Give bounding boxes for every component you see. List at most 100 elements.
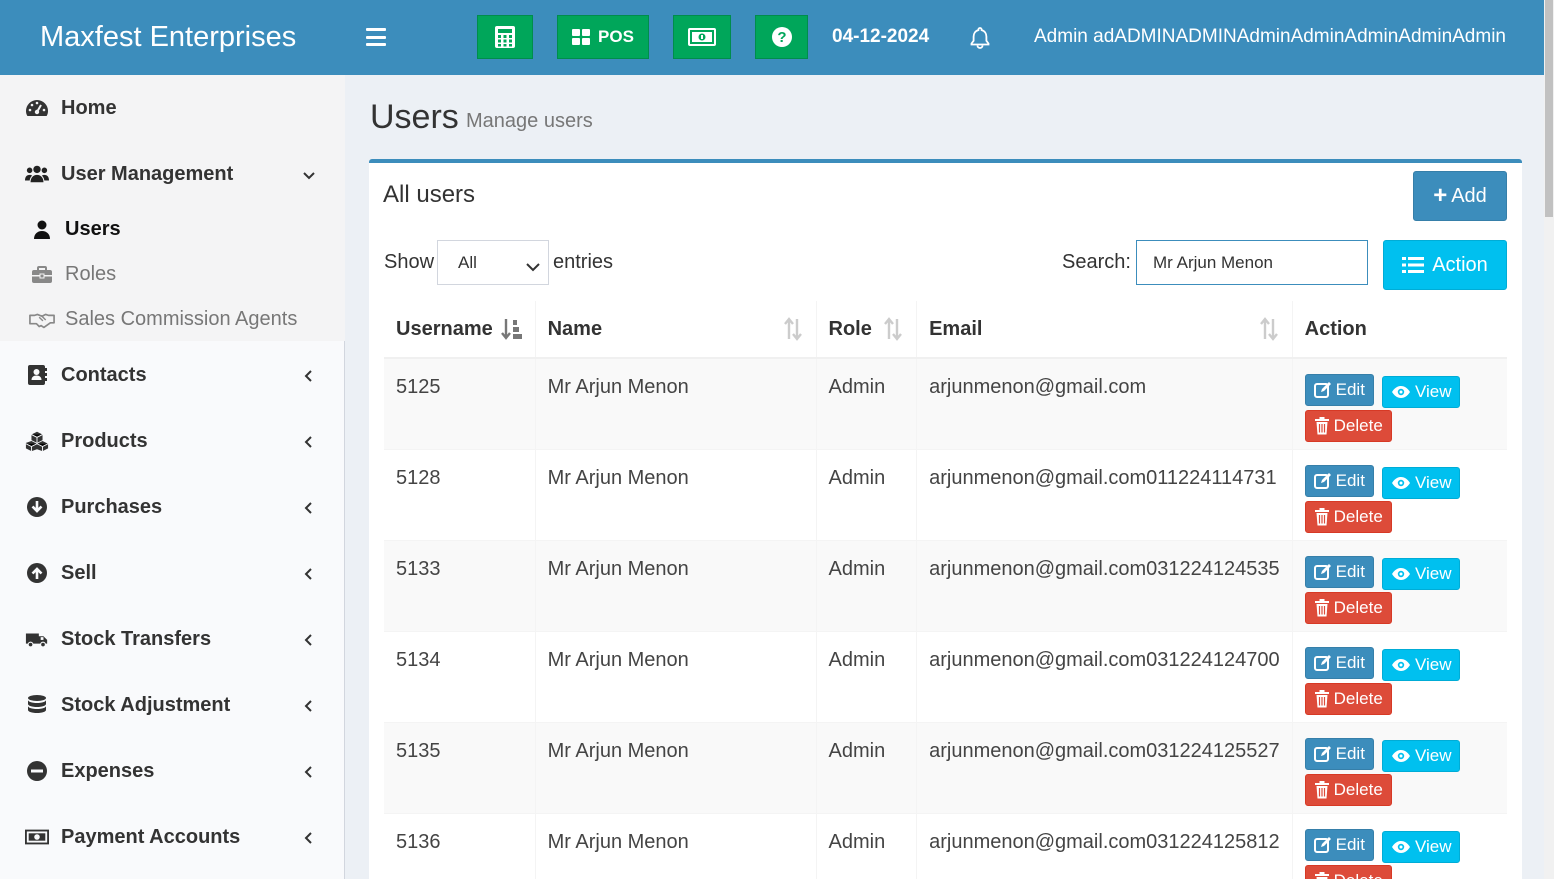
cell-role: Admin xyxy=(816,630,918,722)
cell-actions: EditViewDelete xyxy=(1292,448,1507,540)
eye-icon xyxy=(1391,567,1411,581)
sidebar-item-label: User Management xyxy=(61,162,234,185)
scrollbar-thumb[interactable] xyxy=(1545,0,1553,217)
search-label: Search: xyxy=(1062,251,1131,273)
sidebar-item-home[interactable]: Home xyxy=(0,75,345,141)
cell-username: 5133 xyxy=(384,539,536,631)
table-row: 5125 Mr Arjun Menon Admin arjunmenon@gmail.… xyxy=(384,357,1507,449)
help-button[interactable]: ? xyxy=(755,15,808,59)
cell-role: Admin xyxy=(816,721,918,813)
arrow-circle-up-icon xyxy=(25,561,49,585)
trash-icon xyxy=(1314,871,1330,879)
cell-name: Mr Arjun Menon xyxy=(535,812,817,879)
eye-icon xyxy=(1391,385,1411,399)
column-header-name[interactable]: Name xyxy=(535,301,817,359)
user-management-submenu: Users Roles Sales Commission Agents xyxy=(0,207,345,341)
sidebar-item-label: Contacts xyxy=(61,363,147,386)
view-button[interactable]: View xyxy=(1381,466,1461,499)
add-user-button[interactable]: + Add xyxy=(1413,171,1507,221)
edit-icon xyxy=(1313,563,1332,581)
column-header-action: Action xyxy=(1292,301,1507,359)
sidebar-item-contacts[interactable]: Contacts xyxy=(0,342,345,408)
sidebar-item-products[interactable]: Products xyxy=(0,408,345,474)
edit-button[interactable]: Edit xyxy=(1304,646,1374,679)
eye-icon xyxy=(1391,658,1411,672)
search-input[interactable] xyxy=(1136,240,1368,285)
column-header-email[interactable]: Email xyxy=(916,301,1293,359)
table-row: 5134 Mr Arjun Menon Admin arjunmenon@gmail.… xyxy=(384,630,1507,722)
cash-register-button[interactable] xyxy=(673,15,731,59)
sidebar-item-label: Home xyxy=(61,96,117,119)
action-button[interactable]: Action xyxy=(1383,240,1507,290)
sidebar-subitem-label: Sales Commission Agents xyxy=(65,308,298,330)
column-header-username[interactable]: Username xyxy=(384,301,536,359)
pos-label: POS xyxy=(598,27,634,46)
delete-button[interactable]: Delete xyxy=(1304,773,1392,806)
cell-actions: EditViewDelete xyxy=(1292,630,1507,722)
calculator-button[interactable] xyxy=(477,15,533,59)
table-row: 5128 Mr Arjun Menon Admin arjunmenon@gmail.… xyxy=(384,448,1507,540)
cell-actions: EditViewDelete xyxy=(1292,357,1507,449)
sidebar-toggle-icon[interactable] xyxy=(366,28,386,46)
sidebar-item-label: Expenses xyxy=(61,759,155,782)
briefcase-icon xyxy=(29,264,55,286)
svg-text:?: ? xyxy=(777,29,786,46)
view-button[interactable]: View xyxy=(1381,830,1461,863)
sidebar-item-expenses[interactable]: Expenses xyxy=(0,738,345,804)
sort-ascending-icon xyxy=(500,317,523,341)
sidebar-item-users[interactable]: Users xyxy=(0,207,345,252)
sidebar-item-payment-accounts[interactable]: Payment Accounts xyxy=(0,804,345,870)
cell-username: 5135 xyxy=(384,721,536,813)
delete-button[interactable]: Delete xyxy=(1304,591,1392,624)
sidebar-item-label: Payment Accounts xyxy=(61,825,241,848)
edit-button[interactable]: Edit xyxy=(1304,374,1374,406)
sidebar-item-sales-commission-agents[interactable]: Sales Commission Agents xyxy=(0,297,345,342)
view-button[interactable]: View xyxy=(1381,648,1461,681)
view-button[interactable]: View xyxy=(1381,739,1461,772)
chevron-left-icon xyxy=(301,499,317,515)
sidebar-item-label: Stock Adjustment xyxy=(61,693,231,716)
user-menu[interactable]: Admin adADMINADMINAdminAdminAdminAdminAd… xyxy=(1034,26,1506,48)
edit-button[interactable]: Edit xyxy=(1304,828,1374,861)
sidebar-item-stock-transfers[interactable]: Stock Transfers xyxy=(0,606,345,672)
delete-button[interactable]: Delete xyxy=(1304,864,1392,879)
trash-icon xyxy=(1314,689,1330,708)
cell-email: arjunmenon@gmail.com031224125812 xyxy=(916,812,1293,879)
view-button[interactable]: View xyxy=(1381,376,1461,408)
add-label: Add xyxy=(1451,184,1487,207)
entries-label: entries xyxy=(553,251,614,273)
page-title: Users xyxy=(370,98,459,136)
sidebar-item-stock-adjustment[interactable]: Stock Adjustment xyxy=(0,672,345,738)
brand-logo[interactable]: Maxfest Enterprises xyxy=(0,0,345,75)
delete-button[interactable]: Delete xyxy=(1304,410,1392,442)
column-header-role[interactable]: Role xyxy=(816,301,918,359)
cell-role: Admin xyxy=(816,357,918,449)
entries-value: All xyxy=(458,252,477,272)
users-box: All users + Add Show All entries Search:… xyxy=(369,159,1522,879)
chevron-left-icon xyxy=(301,763,317,779)
edit-button[interactable]: Edit xyxy=(1304,737,1374,770)
chevron-left-icon xyxy=(301,829,317,845)
edit-button[interactable]: Edit xyxy=(1304,555,1374,588)
users-table: Username Name Role Email Action 5125 Mr … xyxy=(384,301,1507,879)
trash-icon xyxy=(1314,507,1330,526)
delete-button[interactable]: Delete xyxy=(1304,500,1392,533)
chevron-down-icon xyxy=(301,166,317,182)
edit-button[interactable]: Edit xyxy=(1304,464,1374,497)
sidebar-item-roles[interactable]: Roles xyxy=(0,252,345,297)
view-button[interactable]: View xyxy=(1381,557,1461,590)
arrow-circle-down-icon xyxy=(25,495,49,519)
sidebar-item-sell[interactable]: Sell xyxy=(0,540,345,606)
delete-button[interactable]: Delete xyxy=(1304,682,1392,715)
notification-bell-icon[interactable] xyxy=(968,26,992,50)
pos-button[interactable]: POS xyxy=(557,15,649,59)
money-icon xyxy=(25,825,49,849)
trash-icon xyxy=(1314,780,1330,799)
entries-select[interactable]: All xyxy=(437,240,549,285)
sidebar-item-user-management[interactable]: User Management xyxy=(0,141,345,207)
cell-name: Mr Arjun Menon xyxy=(535,721,817,813)
cell-actions: EditViewDelete xyxy=(1292,539,1507,631)
sidebar-item-purchases[interactable]: Purchases xyxy=(0,474,345,540)
handshake-icon xyxy=(29,309,55,331)
edit-icon xyxy=(1313,472,1332,490)
